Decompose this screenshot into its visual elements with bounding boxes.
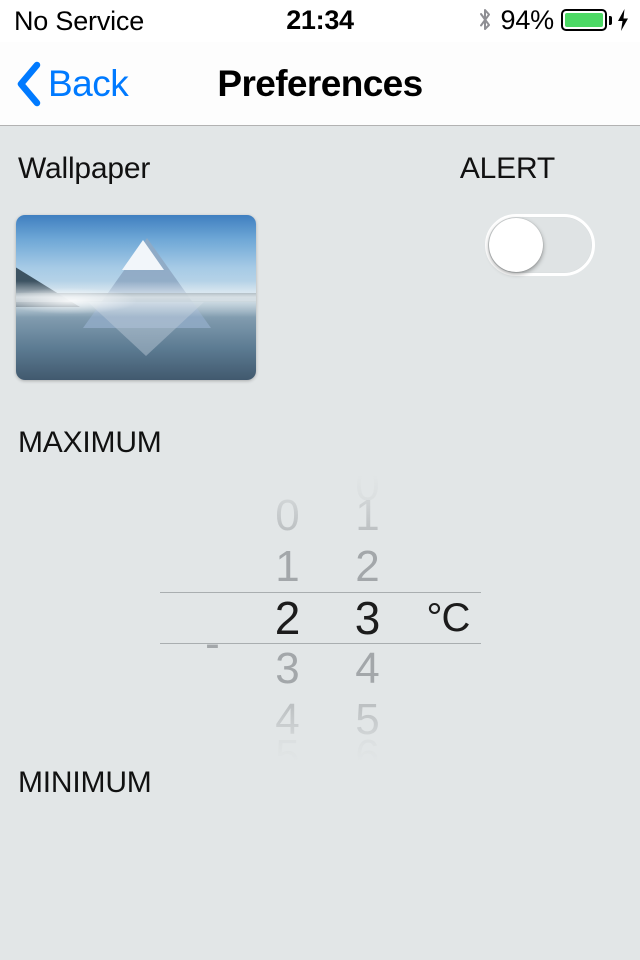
minimum-section-label: MINIMUM (18, 766, 152, 799)
wallpaper-mist-patch (16, 287, 136, 314)
battery-icon (561, 9, 607, 31)
status-bar: No Service 21:34 94% (0, 0, 640, 42)
wallpaper-snowcap (121, 239, 164, 270)
page-title: Preferences (217, 62, 423, 104)
battery-percentage-label: 94% (500, 4, 555, 35)
battery-fill (565, 13, 603, 27)
minimum-unit-column: °C (160, 916, 481, 960)
wallpaper-thumbnail[interactable] (16, 215, 256, 380)
minimum-temperature-picker[interactable]: 0 0 °C (160, 916, 481, 960)
temperature-unit-label: °C (426, 596, 471, 640)
alert-toggle-switch[interactable] (485, 214, 595, 276)
alert-section-label: ALERT (459, 152, 555, 185)
maximum-temperature-picker[interactable]: - 0 1 2 3 4 5 0 1 2 3 4 5 6 °C (160, 468, 481, 768)
maximum-section-label: MAXIMUM (18, 426, 162, 459)
lightning-bolt-icon (618, 9, 628, 31)
app-screen: No Service 21:34 94% Back Preferences Wa… (0, 0, 640, 960)
content-area: Wallpaper ALERT MAXIMUM - 0 1 2 3 4 5 0 … (0, 126, 640, 960)
status-bar-right-group: 94% (477, 5, 630, 35)
battery-cap (609, 15, 612, 25)
wallpaper-section-label: Wallpaper (18, 152, 151, 185)
maximum-unit-column: °C (160, 468, 481, 768)
navigation-bar: Back Preferences (0, 42, 640, 126)
bluetooth-icon (479, 9, 490, 30)
alert-toggle-knob (489, 218, 543, 272)
